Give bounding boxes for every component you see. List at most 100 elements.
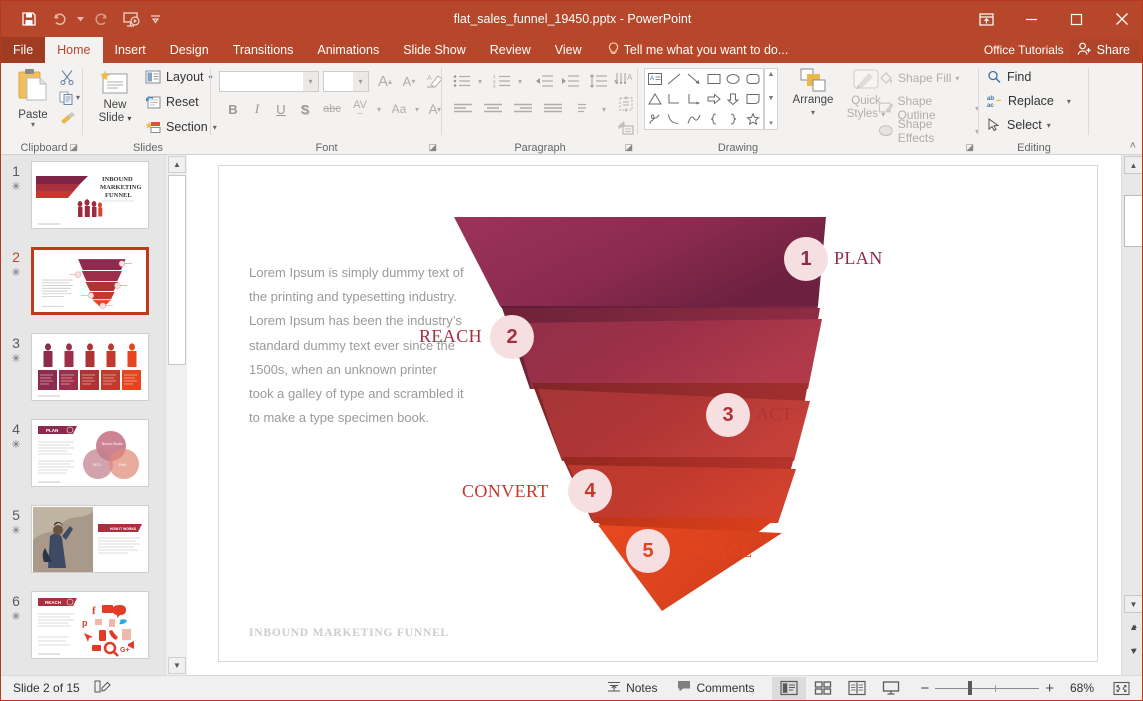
normal-view-button[interactable] (772, 676, 807, 700)
change-case-button[interactable]: Aa (387, 99, 411, 119)
slide-thumbnail-pane[interactable]: 1 ✳ INBOUND MARKETING FUNNEL 2 ✳ 3 ✳ 4 ✳… (1, 155, 165, 675)
thumbnail-slide-3[interactable]: 3 ✳ (1, 333, 165, 419)
font-size-input[interactable]: ▾ (323, 71, 369, 92)
arrange-dropdown-icon[interactable]: ▾ (811, 108, 815, 117)
notes-button[interactable]: Notes (597, 676, 667, 701)
layout-button[interactable]: Layout ▾ (145, 70, 213, 84)
section-button[interactable]: Section ▾ (145, 120, 217, 134)
zoom-slider-handle[interactable] (968, 681, 973, 695)
paste-dropdown-icon[interactable]: ▾ (11, 120, 55, 129)
undo-dropdown-icon[interactable] (75, 6, 85, 32)
shapes-gallery-scrollbar[interactable]: ▲ ▼ ▾ (764, 68, 778, 130)
thumbnail-preview-3[interactable] (31, 333, 149, 401)
copy-dropdown-icon[interactable]: ▾ (76, 93, 80, 102)
shapes-more-icon[interactable]: ▾ (769, 119, 773, 127)
funnel-badge-5[interactable]: 5 (626, 529, 670, 573)
thumbnail-preview-5[interactable]: HOW IT WORKS (31, 505, 149, 573)
notes-indicator-icon[interactable] (94, 679, 111, 697)
justify-button[interactable] (540, 99, 566, 119)
tell-me-box[interactable]: Tell me what you want to do... (594, 37, 788, 63)
align-right-button[interactable] (510, 99, 536, 119)
bold-button[interactable]: B (223, 99, 243, 119)
funnel-label-act[interactable]: ACT (756, 404, 793, 425)
underline-button[interactable]: U (271, 99, 291, 119)
text-shadow-button[interactable]: S (295, 99, 315, 119)
share-button[interactable]: Share (1069, 39, 1140, 61)
tab-review[interactable]: Review (478, 37, 543, 63)
reset-button[interactable]: Reset (145, 95, 199, 109)
funnel-stage-3[interactable] (538, 389, 810, 461)
font-size-dropdown-icon[interactable]: ▾ (353, 72, 368, 91)
thumbnail-slide-2[interactable]: 2 ✳ (1, 247, 165, 333)
maximize-button[interactable] (1054, 1, 1099, 37)
office-tutorials-link[interactable]: Office Tutorials (984, 43, 1064, 57)
funnel-shapes[interactable] (434, 211, 1074, 631)
start-presentation-icon[interactable] (117, 6, 145, 32)
thumbnail-pane-scrollbar[interactable]: ▲ ▼ (165, 155, 187, 675)
slide-scroll-up-button[interactable]: ▲ (1124, 156, 1142, 174)
funnel-badge-1[interactable]: 1 (784, 237, 828, 281)
select-button[interactable]: Select ▾ (987, 118, 1051, 132)
funnel-label-reach[interactable]: REACH (419, 326, 482, 347)
funnel-badge-2[interactable]: 2 (490, 315, 534, 359)
thumbnail-slide-4[interactable]: 4 ✳ PLAN Brand Studio SEO Paid (1, 419, 165, 505)
slide-sorter-view-button[interactable] (806, 677, 840, 700)
funnel-diagram[interactable]: 1 PLAN 2 REACH 3 ACT 4 CONVERT 5 ENGAGE (419, 211, 1074, 631)
paragraph-dialog-launcher[interactable]: ◪ (624, 142, 633, 153)
thumbnail-preview-1[interactable]: INBOUND MARKETING FUNNEL (31, 161, 149, 229)
paste-button[interactable]: Paste ▾ (11, 67, 55, 129)
line-spacing-button[interactable] (586, 71, 610, 91)
reading-view-button[interactable] (840, 677, 874, 700)
italic-button[interactable]: I (247, 99, 267, 119)
funnel-label-engage[interactable]: ENGAGE (676, 541, 752, 562)
zoom-in-button[interactable]: + (1039, 676, 1060, 701)
fit-slide-to-window-button[interactable] (1104, 677, 1138, 700)
close-button[interactable] (1099, 1, 1142, 37)
convert-to-smartart-button[interactable] (615, 118, 637, 138)
zoom-out-button[interactable]: − (914, 676, 935, 701)
zoom-slider[interactable] (935, 676, 1040, 701)
align-left-button[interactable] (450, 99, 476, 119)
shape-fill-dropdown-icon[interactable]: ▾ (955, 74, 959, 83)
thumbnail-slide-5[interactable]: 5 ✳ HOW IT WORKS (1, 505, 165, 591)
thumbnail-preview-4[interactable]: PLAN Brand Studio SEO Paid (31, 419, 149, 487)
columns-button[interactable] (574, 99, 598, 119)
character-spacing-dropdown-icon[interactable]: ▾ (373, 99, 385, 119)
bullets-button[interactable] (450, 71, 474, 91)
collapse-ribbon-button[interactable]: ˄ (1130, 140, 1136, 152)
font-name-input[interactable]: ▾ (219, 71, 319, 92)
previous-slide-button[interactable]: ▲ ▲ (1124, 617, 1142, 637)
increase-font-size-button[interactable]: A ▴ (374, 70, 396, 92)
shape-fill-button[interactable]: Shape Fill ▾ (878, 71, 959, 85)
tab-insert[interactable]: Insert (103, 37, 158, 63)
funnel-badge-3[interactable]: 3 (706, 393, 750, 437)
copy-button[interactable] (59, 91, 75, 106)
increase-indent-button[interactable] (558, 71, 582, 91)
find-button[interactable]: Find (987, 70, 1031, 84)
cut-button[interactable] (59, 69, 75, 85)
thumbnail-preview-6[interactable]: REACH f p G+ (31, 591, 149, 659)
font-dialog-launcher[interactable]: ◪ (428, 142, 437, 153)
funnel-label-plan[interactable]: PLAN (834, 248, 883, 269)
tab-design[interactable]: Design (158, 37, 221, 63)
slide-show-button[interactable] (874, 677, 908, 700)
zoom-level-label[interactable]: 68% (1060, 681, 1104, 695)
thumbnail-preview-2[interactable] (31, 247, 149, 315)
ribbon-display-options-icon[interactable] (964, 1, 1009, 37)
tab-transitions[interactable]: Transitions (221, 37, 306, 63)
tab-slide-show[interactable]: Slide Show (391, 37, 478, 63)
thumbnail-scrollbar-thumb[interactable] (168, 175, 186, 365)
thumbnail-scroll-down-button[interactable]: ▼ (168, 657, 186, 674)
funnel-badge-4[interactable]: 4 (568, 469, 612, 513)
shapes-gallery[interactable]: A (644, 68, 764, 130)
font-name-dropdown-icon[interactable]: ▾ (303, 72, 318, 91)
strikethrough-button[interactable]: abc (319, 99, 345, 119)
arrange-button[interactable]: Arrange ▾ (788, 68, 838, 117)
decrease-font-size-button[interactable]: A ▾ (398, 70, 420, 92)
funnel-stage-5[interactable] (598, 525, 782, 611)
thumbnail-slide-1[interactable]: 1 ✳ INBOUND MARKETING FUNNEL (1, 161, 165, 247)
numbering-button[interactable]: 123 (490, 71, 514, 91)
slide-vertical-scrollbar[interactable]: ▲ ▼ ▲ ▲ ▼ ▼ (1121, 155, 1142, 675)
undo-icon[interactable] (45, 6, 73, 32)
format-painter-button[interactable] (59, 111, 77, 126)
